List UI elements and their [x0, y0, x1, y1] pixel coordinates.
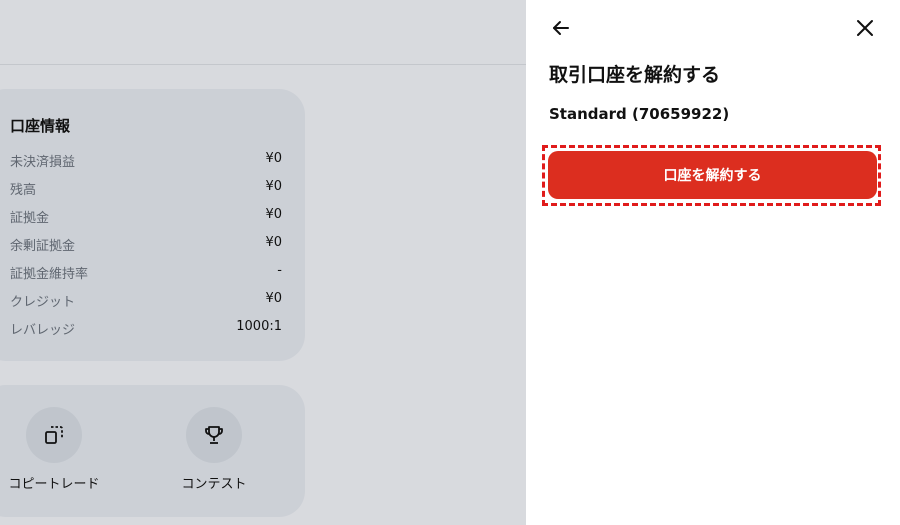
account-info-card: 口座情報 未決済損益 ¥0 残高 ¥0 証拠金 ¥0 余剰証拠金 ¥0 証拠金維…: [0, 89, 305, 361]
info-value: 1000:1: [236, 319, 282, 334]
panel-title: 取引口座を解約する: [549, 64, 721, 86]
info-row-unrealized-pnl: 未決済損益 ¥0: [10, 151, 282, 171]
info-label: 未決済損益: [10, 155, 76, 170]
info-label: 証拠金維持率: [10, 267, 89, 282]
info-value: ¥0: [265, 151, 282, 166]
background-page: 口座情報 未決済損益 ¥0 残高 ¥0 証拠金 ¥0 余剰証拠金 ¥0 証拠金維…: [0, 0, 526, 525]
info-row-margin-level: 証拠金維持率 -: [10, 263, 282, 283]
quick-actions-card: コピートレード コンテスト: [0, 385, 305, 517]
copy-icon: [45, 426, 63, 444]
header-divider: [0, 64, 526, 65]
arrow-left-icon: [553, 21, 569, 35]
back-button[interactable]: [549, 16, 573, 40]
info-value: ¥0: [265, 207, 282, 222]
info-value: -: [277, 263, 282, 278]
info-value: ¥0: [265, 235, 282, 250]
close-icon: [857, 20, 873, 36]
account-info-title: 口座情報: [10, 117, 71, 135]
contest-action[interactable]: コンテスト: [159, 407, 269, 492]
info-row-leverage: レバレッジ 1000:1: [10, 319, 282, 339]
close-account-button[interactable]: 口座を解約する: [548, 151, 877, 199]
copy-trade-action[interactable]: コピートレード: [0, 407, 109, 492]
info-value: ¥0: [265, 179, 282, 194]
copy-trade-icon-circle: [26, 407, 82, 463]
close-account-panel: 取引口座を解約する Standard (70659922) 口座を解約する: [526, 0, 900, 525]
copy-trade-label: コピートレード: [8, 477, 100, 492]
account-name: Standard (70659922): [549, 105, 730, 123]
info-label: クレジット: [10, 295, 76, 310]
info-row-balance: 残高 ¥0: [10, 179, 282, 199]
info-row-credit: クレジット ¥0: [10, 291, 282, 311]
info-label: 残高: [10, 183, 37, 198]
info-label: 余剰証拠金: [10, 239, 76, 254]
info-value: ¥0: [265, 291, 282, 306]
info-label: 証拠金: [10, 211, 50, 226]
contest-label: コンテスト: [181, 477, 247, 492]
info-label: レバレッジ: [10, 323, 76, 338]
info-row-margin: 証拠金 ¥0: [10, 207, 282, 227]
trophy-icon: [205, 426, 223, 444]
close-button[interactable]: [853, 16, 877, 40]
contest-icon-circle: [186, 407, 242, 463]
info-row-free-margin: 余剰証拠金 ¥0: [10, 235, 282, 255]
